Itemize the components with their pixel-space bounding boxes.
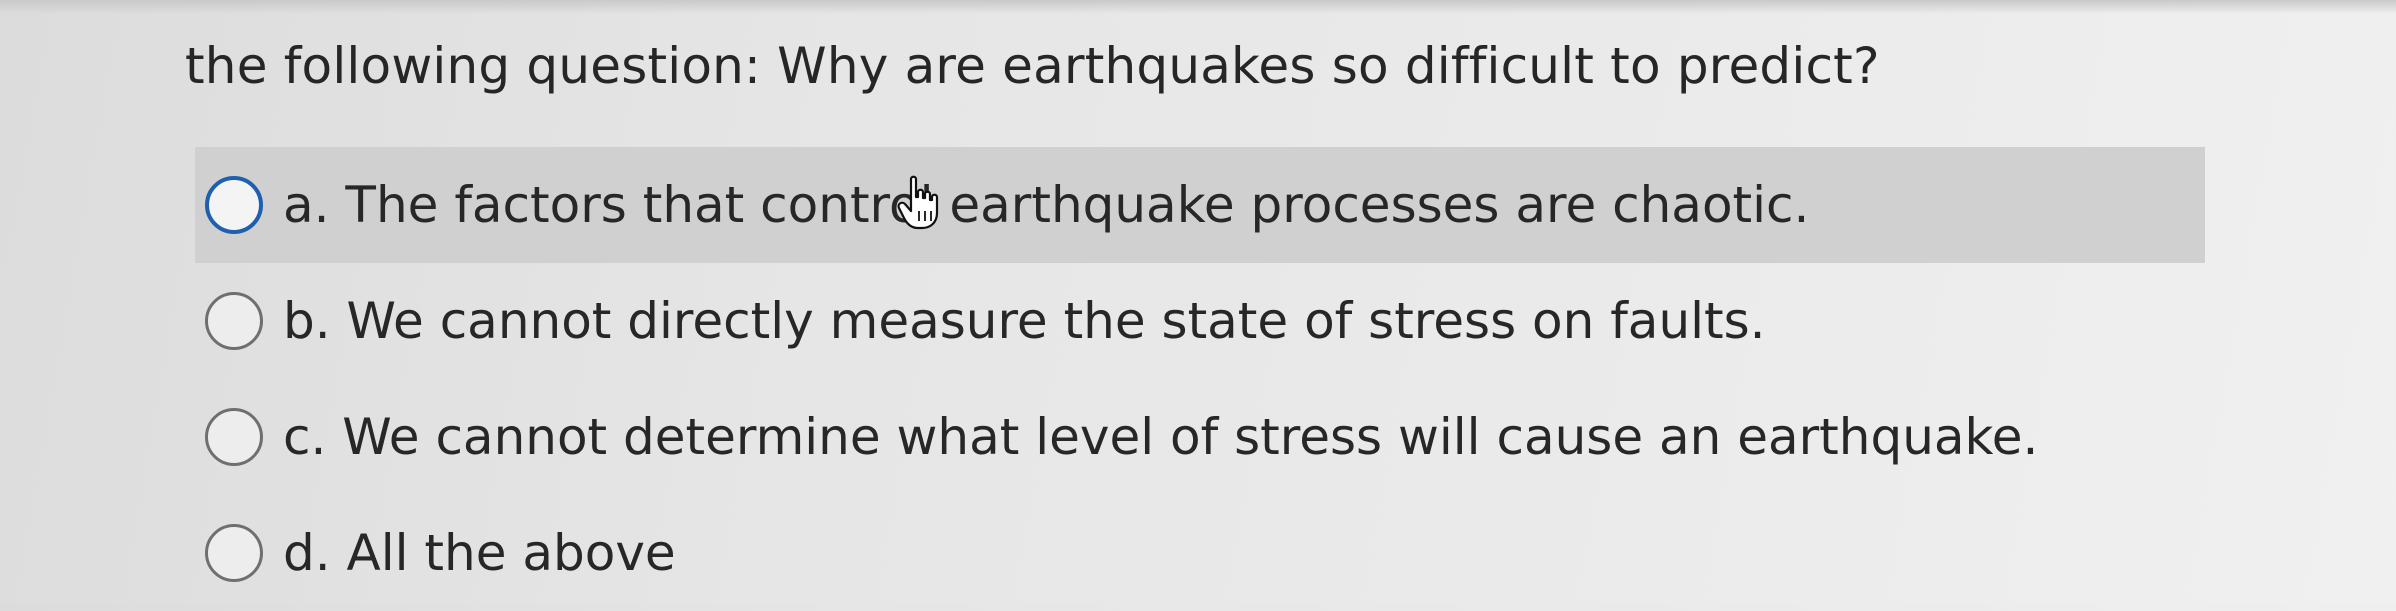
option-c[interactable]: c. We cannot determine what level of str… bbox=[195, 379, 2205, 495]
hand-pointer-icon bbox=[897, 175, 939, 230]
option-b-label[interactable]: b. We cannot directly measure the state … bbox=[283, 291, 1766, 351]
option-b[interactable]: b. We cannot directly measure the state … bbox=[195, 263, 2205, 379]
option-c-label[interactable]: c. We cannot determine what level of str… bbox=[283, 407, 2038, 467]
radio-button-icon[interactable] bbox=[205, 292, 263, 350]
question-text: the following question: Why are earthqua… bbox=[185, 37, 1880, 95]
option-a[interactable]: a. The factors that control earthquake p… bbox=[195, 147, 2205, 263]
radio-button-icon[interactable] bbox=[205, 524, 263, 582]
option-a-label[interactable]: a. The factors that control earthquake p… bbox=[283, 175, 1809, 235]
option-d-label[interactable]: d. All the above bbox=[283, 523, 676, 583]
answer-options: a. The factors that control earthquake p… bbox=[195, 147, 2205, 611]
radio-button-icon[interactable] bbox=[205, 176, 263, 234]
option-d[interactable]: d. All the above bbox=[195, 495, 2205, 611]
radio-button-icon[interactable] bbox=[205, 408, 263, 466]
top-edge-shadow bbox=[0, 0, 2396, 14]
